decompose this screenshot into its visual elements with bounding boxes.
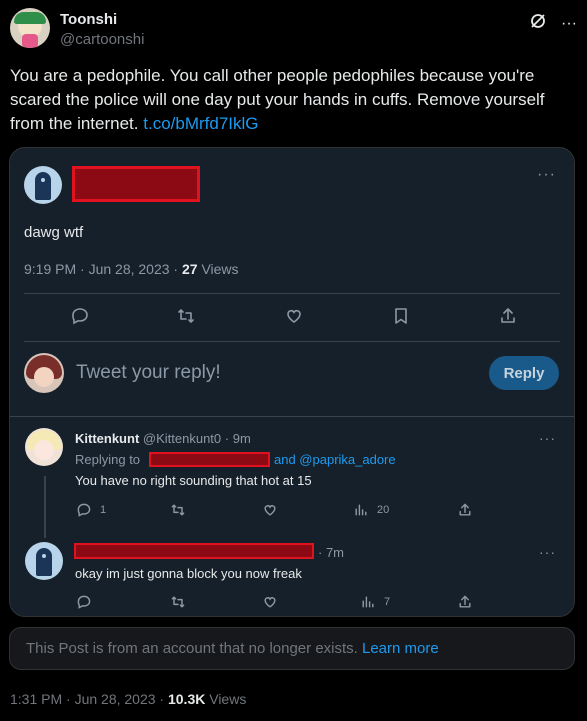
author-name-block: Toonshi @cartoonshi (60, 11, 144, 48)
reply-time[interactable]: · 9m (225, 431, 251, 446)
tweet-time[interactable]: 1:31 PM · Jun 28, 2023 · (10, 691, 168, 707)
tweet-views-label: Views (205, 691, 247, 707)
replying-suffix-wrap: and @paprika_adore (274, 452, 396, 467)
retweet-icon[interactable] (176, 306, 196, 326)
quoted-time[interactable]: 9:19 PM · Jun 28, 2023 · (24, 261, 182, 277)
reply-icon[interactable]: 1 (76, 502, 106, 518)
reply-text: okay im just gonna block you now freak (75, 566, 302, 581)
reply-avatar[interactable] (25, 428, 63, 466)
author-avatar[interactable] (10, 8, 50, 48)
tweet-header: Toonshi @cartoonshi ··· (10, 8, 577, 52)
replying-suffix[interactable]: and @paprika_adore (274, 452, 396, 467)
redacted-handle (149, 452, 270, 467)
divider (24, 293, 560, 294)
reply-icon[interactable] (76, 594, 92, 610)
view-count: 20 (377, 504, 390, 516)
redacted-name (74, 543, 314, 559)
notice-text: This Post is from an account that no lon… (26, 640, 358, 657)
tweet-text: You are a pedophile. You call other peop… (10, 64, 570, 136)
my-avatar[interactable] (24, 353, 64, 393)
reply-icon[interactable] (70, 306, 90, 326)
reply-button[interactable]: Reply (489, 356, 559, 390)
tweet-link[interactable]: t.co/bMrfd7IklG (143, 114, 258, 133)
retweet-icon[interactable] (170, 502, 186, 518)
author-handle[interactable]: @cartoonshi (60, 31, 144, 48)
reply-time[interactable]: · 7m (318, 545, 344, 560)
share-icon[interactable] (457, 594, 473, 610)
deleted-account-notice: This Post is from an account that no lon… (9, 627, 575, 670)
quoted-meta: 9:19 PM · Jun 28, 2023 · 27 Views (24, 261, 239, 277)
like-icon[interactable] (284, 306, 304, 326)
quoted-action-row (10, 306, 574, 336)
view-count: 7 (384, 596, 391, 608)
quoted-more-icon[interactable]: ··· (537, 166, 556, 184)
author-display-name[interactable]: Toonshi (60, 11, 144, 28)
like-icon[interactable] (262, 502, 278, 518)
reply-more-icon[interactable]: ··· (539, 544, 556, 560)
header-actions: ··· (529, 12, 577, 35)
replying-prefix: Replying to (75, 452, 141, 467)
reply-text: You have no right sounding that hot at 1… (75, 473, 312, 488)
reply-avatar[interactable] (25, 542, 63, 580)
reply-author-handle[interactable]: @Kittenkunt0 (143, 431, 221, 446)
divider (10, 416, 574, 417)
quoted-text: dawg wtf (24, 224, 84, 241)
tweet-body: You are a pedophile. You call other peop… (10, 66, 545, 133)
share-icon[interactable] (498, 306, 518, 326)
more-options-icon[interactable]: ··· (561, 15, 577, 33)
quoted-author-avatar[interactable] (24, 166, 62, 204)
quoted-tweet-card[interactable]: ··· dawg wtf 9:19 PM · Jun 28, 2023 · 27… (9, 147, 575, 617)
share-icon[interactable] (457, 502, 473, 518)
learn-more-link[interactable]: Learn more (362, 640, 439, 657)
reply-input[interactable]: Tweet your reply! (76, 362, 221, 384)
reply-composer: Tweet your reply! Reply (10, 340, 574, 406)
tweet-views-count: 10.3K (167, 691, 206, 707)
reply-action-row: 7 (10, 594, 574, 616)
grok-slash-icon[interactable] (529, 12, 547, 35)
retweet-icon[interactable] (170, 594, 186, 610)
reply-more-icon[interactable]: ··· (539, 430, 556, 446)
views-icon[interactable]: 20 (353, 502, 389, 518)
views-icon[interactable]: 7 (360, 594, 390, 610)
quoted-views-label: Views (197, 261, 239, 277)
reply-action-row: 1 20 (10, 502, 574, 532)
like-icon[interactable] (262, 594, 278, 610)
redacted-name (72, 166, 200, 202)
quoted-views-count: 27 (181, 261, 198, 277)
reply-author: · 7m (318, 545, 344, 560)
tweet-meta: 1:31 PM · Jun 28, 2023 · 10.3K Views (10, 691, 246, 707)
reply-author-name[interactable]: Kittenkunt (75, 431, 139, 446)
replying-to: Replying to (75, 452, 140, 467)
reply-author: Kittenkunt @Kittenkunt0 · 9m (75, 431, 251, 446)
bookmark-icon[interactable] (391, 306, 411, 326)
reply-count: 1 (100, 504, 107, 516)
